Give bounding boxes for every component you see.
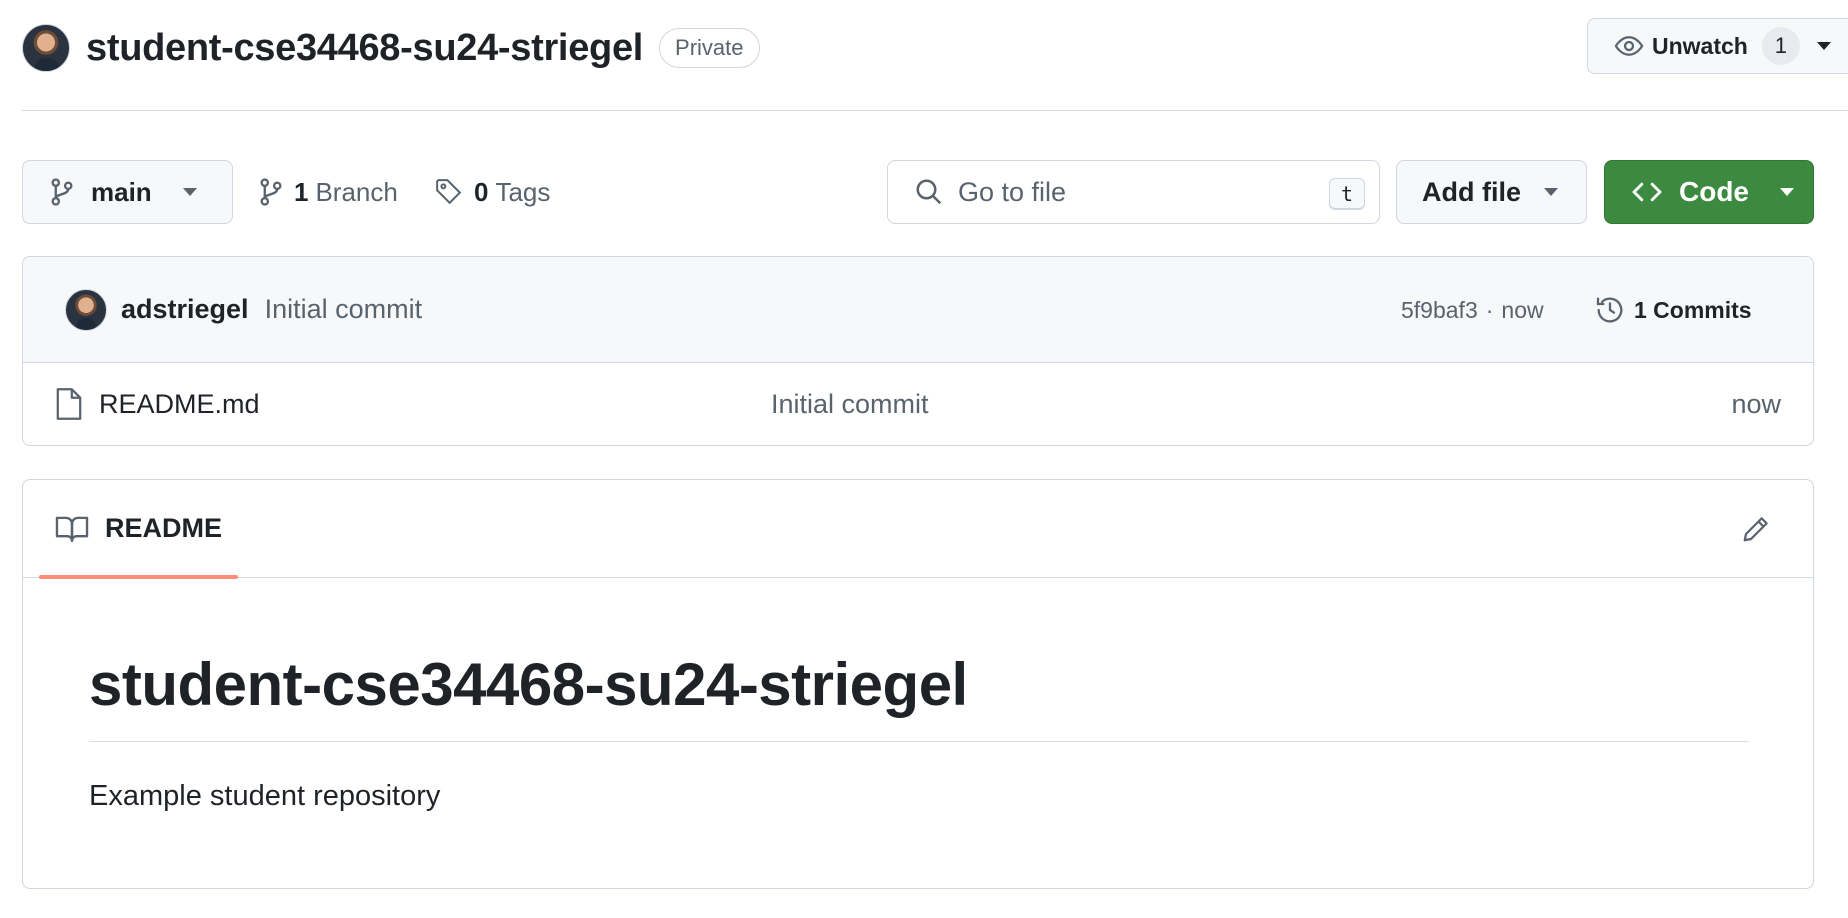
commits-label: 1 Commits <box>1634 296 1752 323</box>
eye-icon <box>1614 31 1644 61</box>
tab-readme[interactable]: README <box>39 480 239 579</box>
branch-count: 1 <box>294 176 309 207</box>
branch-label: Branch <box>315 176 398 207</box>
triangle-down-icon <box>1543 187 1559 197</box>
triangle-down-icon <box>1779 187 1795 197</box>
commit-time: now <box>1501 296 1544 323</box>
unwatch-label: Unwatch <box>1652 32 1748 59</box>
edit-readme-button[interactable] <box>1737 510 1775 548</box>
git-branch-icon <box>258 178 284 206</box>
file-row[interactable]: README.md Initial commit now <box>23 363 1813 445</box>
triangle-down-icon[interactable] <box>1816 41 1832 51</box>
tags-link[interactable]: 0 Tags <box>434 160 550 224</box>
commit-author[interactable]: adstriegel <box>121 294 249 325</box>
header-divider <box>22 110 1848 111</box>
code-label: Code <box>1679 176 1749 207</box>
code-icon <box>1631 179 1663 205</box>
branch-name: main <box>91 176 152 207</box>
commit-hash[interactable]: 5f9baf3 <box>1401 297 1478 324</box>
latest-commit-row: adstriegel Initial commit 5f9baf3 · now … <box>23 257 1813 363</box>
file-icon <box>55 387 83 421</box>
branch-selector-button[interactable]: main <box>22 160 233 224</box>
git-branch-icon <box>49 178 75 206</box>
pencil-icon <box>1741 514 1771 544</box>
unwatch-button[interactable]: Unwatch 1 <box>1587 18 1848 74</box>
file-commit-message[interactable]: Initial commit <box>771 389 929 420</box>
go-to-file-search[interactable]: t <box>887 160 1380 224</box>
readme-tab-label: README <box>105 513 223 543</box>
search-icon <box>914 177 944 207</box>
commit-separator: · <box>1485 296 1494 323</box>
go-to-file-input[interactable] <box>958 176 1298 208</box>
keyboard-shortcut-hint: t <box>1329 178 1365 210</box>
visibility-badge: Private <box>659 28 760 68</box>
repo-name[interactable]: student-cse34468-su24-striegel <box>86 27 643 70</box>
history-icon <box>1594 294 1626 326</box>
tag-label: Tags <box>495 176 551 207</box>
commits-history-link[interactable]: 1 Commits <box>1594 257 1752 363</box>
commit-message[interactable]: Initial commit <box>265 294 423 325</box>
owner-avatar[interactable] <box>22 24 70 72</box>
readme-tabbar: README <box>23 480 1813 579</box>
readme-content: student-cse34468-su24-striegel Example s… <box>23 578 1813 813</box>
watch-count: 1 <box>1761 27 1800 65</box>
readme-panel: README student-cse34468-su24-striegel Ex… <box>22 479 1814 889</box>
add-file-button[interactable]: Add file <box>1396 160 1587 224</box>
commit-meta: 5f9baf3 · now <box>1401 257 1544 363</box>
code-button[interactable]: Code <box>1604 160 1814 224</box>
file-table: adstriegel Initial commit 5f9baf3 · now … <box>22 256 1814 446</box>
commit-author-avatar[interactable] <box>65 288 107 331</box>
repository-page: student-cse34468-su24-striegel Private U… <box>0 0 1848 918</box>
book-icon <box>55 514 89 544</box>
readme-heading: student-cse34468-su24-striegel <box>89 650 1749 742</box>
file-name[interactable]: README.md <box>99 389 260 420</box>
repo-header: student-cse34468-su24-striegel Private <box>22 22 760 74</box>
add-file-label: Add file <box>1422 176 1521 207</box>
file-time: now <box>1731 388 1781 419</box>
branches-link[interactable]: 1 Branch <box>258 160 398 224</box>
tag-icon <box>434 177 464 207</box>
readme-paragraph: Example student repository <box>89 780 441 812</box>
triangle-down-icon <box>182 187 198 197</box>
tag-count: 0 <box>474 176 489 207</box>
